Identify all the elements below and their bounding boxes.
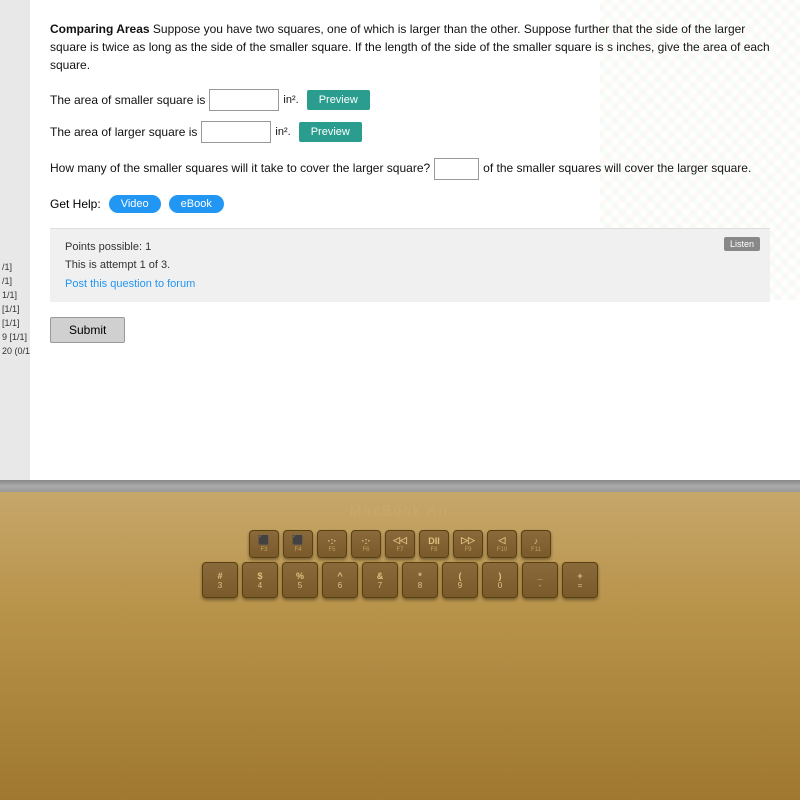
post-forum-link[interactable]: Post this question to forum (65, 278, 195, 290)
key-f10[interactable]: ◁ F10 (487, 530, 517, 558)
cover-question-text: How many of the smaller squares will it … (50, 159, 430, 178)
ebook-button[interactable]: eBook (169, 195, 224, 213)
key-8[interactable]: * 8 (402, 562, 438, 598)
sidebar-item: [1/1] (2, 316, 30, 330)
smaller-square-row: The area of smaller square is in². Previ… (50, 89, 770, 111)
smaller-unit: in². (283, 94, 298, 106)
submit-button[interactable]: Submit (50, 317, 125, 343)
key-6[interactable]: ^ 6 (322, 562, 358, 598)
sidebar: /1] /1] 1/1] [1/1] [1/1] 9 [1/1] 20 (0/1… (0, 0, 30, 480)
key-0[interactable]: ) 0 (482, 562, 518, 598)
key-3[interactable]: # 3 (202, 562, 238, 598)
laptop-screen: /1] /1] 1/1] [1/1] [1/1] 9 [1/1] 20 (0/1… (0, 0, 800, 480)
info-box: Listen Points possible: 1 This is attemp… (50, 228, 770, 302)
laptop-body: MacBook Air ⬛ F3 ⬛ F4 ·:· F5 ·:· F6 ◁◁ F… (0, 480, 800, 800)
key-5[interactable]: % 5 (282, 562, 318, 598)
listen-button[interactable]: Listen (724, 237, 760, 251)
key-9[interactable]: ( 9 (442, 562, 478, 598)
get-help-label: Get Help: (50, 197, 101, 211)
key-equals[interactable]: + = (562, 562, 598, 598)
laptop-hinge (0, 480, 800, 492)
cover-suffix-text: of the smaller squares will cover the la… (483, 159, 751, 178)
key-minus[interactable]: _ - (522, 562, 558, 598)
sidebar-item: /1] (2, 274, 30, 288)
key-f8[interactable]: DII F8 (419, 530, 449, 558)
number-key-row: # 3 $ 4 % 5 ^ 6 & 7 * 8 (20, 562, 780, 598)
fn-key-row: ⬛ F3 ⬛ F4 ·:· F5 ·:· F6 ◁◁ F7 DII F8 (20, 530, 780, 558)
get-help-section: Get Help: Video eBook (50, 195, 770, 213)
key-f6[interactable]: ·:· F6 (351, 530, 381, 558)
video-button[interactable]: Video (109, 195, 161, 213)
points-text: Points possible: 1 (65, 239, 755, 257)
key-f11[interactable]: ♪ F11 (521, 530, 551, 558)
sidebar-item: [1/1] (2, 302, 30, 316)
sidebar-item: 20 (0/1) (2, 344, 30, 358)
key-f3[interactable]: ⬛ F3 (249, 530, 279, 558)
key-f5[interactable]: ·:· F5 (317, 530, 347, 558)
key-7[interactable]: & 7 (362, 562, 398, 598)
smaller-square-input[interactable] (209, 89, 279, 111)
larger-square-input[interactable] (201, 121, 271, 143)
larger-unit: in². (275, 126, 290, 138)
problem-statement: Comparing Areas Suppose you have two squ… (50, 20, 770, 74)
larger-square-row: The area of larger square is in². Previe… (50, 121, 770, 143)
cover-input[interactable] (434, 158, 479, 180)
cover-question-row: How many of the smaller squares will it … (50, 158, 770, 180)
key-4[interactable]: $ 4 (242, 562, 278, 598)
smaller-square-label: The area of smaller square is (50, 93, 205, 107)
problem-title-text: Suppose you have two squares, one of whi… (50, 22, 770, 72)
key-f4[interactable]: ⬛ F4 (283, 530, 313, 558)
sidebar-item: 1/1] (2, 288, 30, 302)
sidebar-item: 9 [1/1] (2, 330, 30, 344)
key-f9[interactable]: ▷▷ F9 (453, 530, 483, 558)
larger-square-label: The area of larger square is (50, 125, 197, 139)
key-f7[interactable]: ◁◁ F7 (385, 530, 415, 558)
attempt-text: This is attempt 1 of 3. (65, 257, 755, 275)
smaller-preview-button[interactable]: Preview (307, 90, 370, 110)
sidebar-item: /1] (2, 260, 30, 274)
content-area: Comparing Areas Suppose you have two squ… (30, 0, 800, 480)
problem-title-bold: Comparing Areas (50, 22, 150, 36)
keyboard-area: ⬛ F3 ⬛ F4 ·:· F5 ·:· F6 ◁◁ F7 DII F8 (20, 530, 780, 602)
larger-preview-button[interactable]: Preview (299, 122, 362, 142)
macbook-label: MacBook Air (350, 502, 451, 518)
